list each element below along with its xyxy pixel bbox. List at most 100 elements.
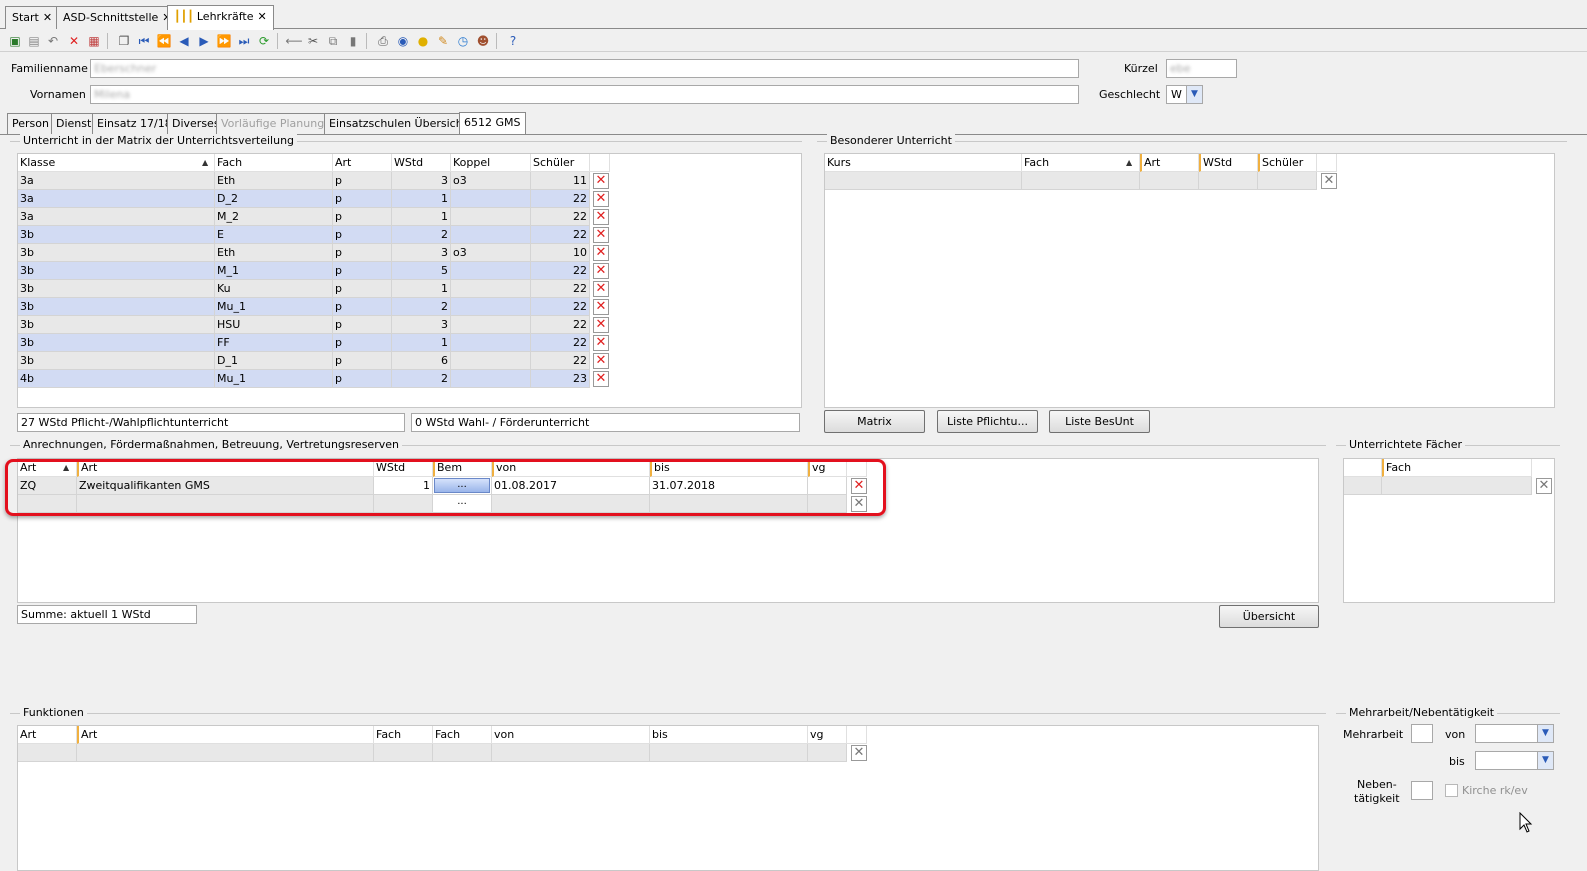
tab-einsatz[interactable]: Einsatz 17/18: [92, 113, 177, 134]
cell[interactable]: [374, 744, 433, 762]
liste-pflichtu-button[interactable]: Liste Pflichtu...: [937, 410, 1038, 433]
cell[interactable]: [77, 744, 374, 762]
cell[interactable]: [1140, 172, 1199, 190]
tab-lehrkraefte[interactable]: ┃┃┃ Lehrkräfte ✕: [167, 5, 274, 30]
cell-wstd[interactable]: 2: [392, 370, 451, 388]
cell-koppel[interactable]: [451, 262, 531, 280]
cell-fach[interactable]: D_1: [215, 352, 333, 370]
col-fach[interactable]: Fach: [1022, 154, 1140, 172]
cell-wstd[interactable]: 1: [392, 190, 451, 208]
cell[interactable]: [650, 744, 808, 762]
chevron-down-icon[interactable]: ▼: [1537, 725, 1553, 742]
copy-icon[interactable]: ⧉: [325, 33, 341, 49]
cell-fach[interactable]: M_1: [215, 262, 333, 280]
delete-row-icon[interactable]: ✕: [593, 191, 609, 207]
cell-schueler[interactable]: 22: [531, 352, 590, 370]
delete-row-icon[interactable]: ✕: [851, 745, 867, 761]
uebersicht-button[interactable]: Übersicht: [1219, 605, 1319, 628]
cell-wstd[interactable]: 3: [392, 316, 451, 334]
cell-art[interactable]: p: [333, 226, 392, 244]
nebentaetigkeit-field[interactable]: [1411, 781, 1433, 800]
cell-klasse[interactable]: 3b: [18, 262, 215, 280]
col-von[interactable]: von: [492, 726, 650, 744]
cell-schueler[interactable]: 22: [531, 316, 590, 334]
preview-icon[interactable]: ◉: [395, 33, 411, 49]
cell-schueler[interactable]: 22: [531, 334, 590, 352]
cell-koppel[interactable]: [451, 190, 531, 208]
person-icon[interactable]: ☻: [475, 33, 491, 49]
cell[interactable]: [1022, 172, 1140, 190]
cell-klasse[interactable]: 3b: [18, 298, 215, 316]
cell[interactable]: [433, 744, 492, 762]
cell-klasse[interactable]: 4b: [18, 370, 215, 388]
close-icon[interactable]: ✕: [43, 11, 52, 24]
delete-row-icon[interactable]: ✕: [593, 245, 609, 261]
cell-fach[interactable]: E: [215, 226, 333, 244]
cell[interactable]: [492, 744, 650, 762]
delete-icon[interactable]: ✕: [66, 33, 82, 49]
cell-art[interactable]: p: [333, 370, 392, 388]
close-icon[interactable]: ✕: [257, 10, 266, 23]
cell-schueler[interactable]: 22: [531, 262, 590, 280]
tab-start[interactable]: Start ✕: [5, 6, 60, 29]
kirche-checkbox[interactable]: [1445, 784, 1458, 797]
cell-fach[interactable]: Eth: [215, 172, 333, 190]
cell-klasse[interactable]: 3b: [18, 316, 215, 334]
undo-icon[interactable]: ↶: [45, 33, 61, 49]
form-icon[interactable]: ▦: [86, 33, 102, 49]
chevron-down-icon[interactable]: ▼: [1186, 86, 1202, 103]
cell-art[interactable]: p: [333, 262, 392, 280]
refresh-icon[interactable]: ⟳: [256, 33, 272, 49]
tab-einsatzschulen[interactable]: Einsatzschulen Übersicht: [324, 113, 472, 134]
cell-klasse[interactable]: 3b: [18, 226, 215, 244]
delete-row-icon[interactable]: ✕: [1536, 478, 1552, 494]
cell-klasse[interactable]: 3a: [18, 172, 215, 190]
col-fach-2[interactable]: Fach: [433, 726, 492, 744]
cell-koppel[interactable]: [451, 226, 531, 244]
delete-row-icon[interactable]: ✕: [593, 227, 609, 243]
col-klasse[interactable]: Klasse: [18, 154, 215, 172]
cell-wstd[interactable]: 5: [392, 262, 451, 280]
delete-row-icon[interactable]: ✕: [1321, 173, 1337, 189]
save-icon[interactable]: ▤: [26, 33, 42, 49]
cell-schueler[interactable]: 23: [531, 370, 590, 388]
tab-6512-gms[interactable]: 6512 GMS: [459, 112, 526, 135]
familienname-field[interactable]: Eberschner: [90, 59, 1079, 78]
cell-schueler[interactable]: 22: [531, 190, 590, 208]
delete-row-icon[interactable]: ✕: [593, 335, 609, 351]
col-fach[interactable]: Fach: [1382, 459, 1532, 477]
col-vg[interactable]: vg: [808, 726, 847, 744]
cell-koppel[interactable]: [451, 298, 531, 316]
cell-klasse[interactable]: 3b: [18, 334, 215, 352]
col-fach-1[interactable]: Fach: [374, 726, 433, 744]
bis-date-select[interactable]: ▼: [1475, 751, 1554, 770]
cell-art[interactable]: p: [333, 298, 392, 316]
cell-wstd[interactable]: 3: [392, 172, 451, 190]
print-icon[interactable]: ⎙: [375, 33, 391, 49]
tab-asd-schnittstelle[interactable]: ASD-Schnittstelle✕: [56, 6, 179, 29]
clock-icon[interactable]: ◷: [455, 33, 471, 49]
broom-icon[interactable]: ✎: [435, 33, 451, 49]
cell-art[interactable]: p: [333, 352, 392, 370]
cell-koppel[interactable]: [451, 370, 531, 388]
cell-wstd[interactable]: 1: [392, 334, 451, 352]
cell-fach[interactable]: Mu_1: [215, 298, 333, 316]
cell-klasse[interactable]: 3b: [18, 352, 215, 370]
cell-fach[interactable]: HSU: [215, 316, 333, 334]
cell[interactable]: [1258, 172, 1317, 190]
col-art[interactable]: Art: [333, 154, 392, 172]
cell-fach[interactable]: M_2: [215, 208, 333, 226]
cell-wstd[interactable]: 1: [392, 280, 451, 298]
tab-person[interactable]: Person: [7, 113, 54, 134]
cell-art[interactable]: p: [333, 208, 392, 226]
cell[interactable]: [825, 172, 1022, 190]
liste-besunt-button[interactable]: Liste BesUnt: [1049, 410, 1150, 433]
col-wstd[interactable]: WStd: [1199, 154, 1258, 172]
cell-fach[interactable]: FF: [215, 334, 333, 352]
delete-row-icon[interactable]: ✕: [593, 209, 609, 225]
cell-schueler[interactable]: 22: [531, 298, 590, 316]
cell-fach[interactable]: Eth: [215, 244, 333, 262]
von-date-select[interactable]: ▼: [1475, 724, 1554, 743]
cell-wstd[interactable]: 2: [392, 226, 451, 244]
cell-fach[interactable]: Mu_1: [215, 370, 333, 388]
